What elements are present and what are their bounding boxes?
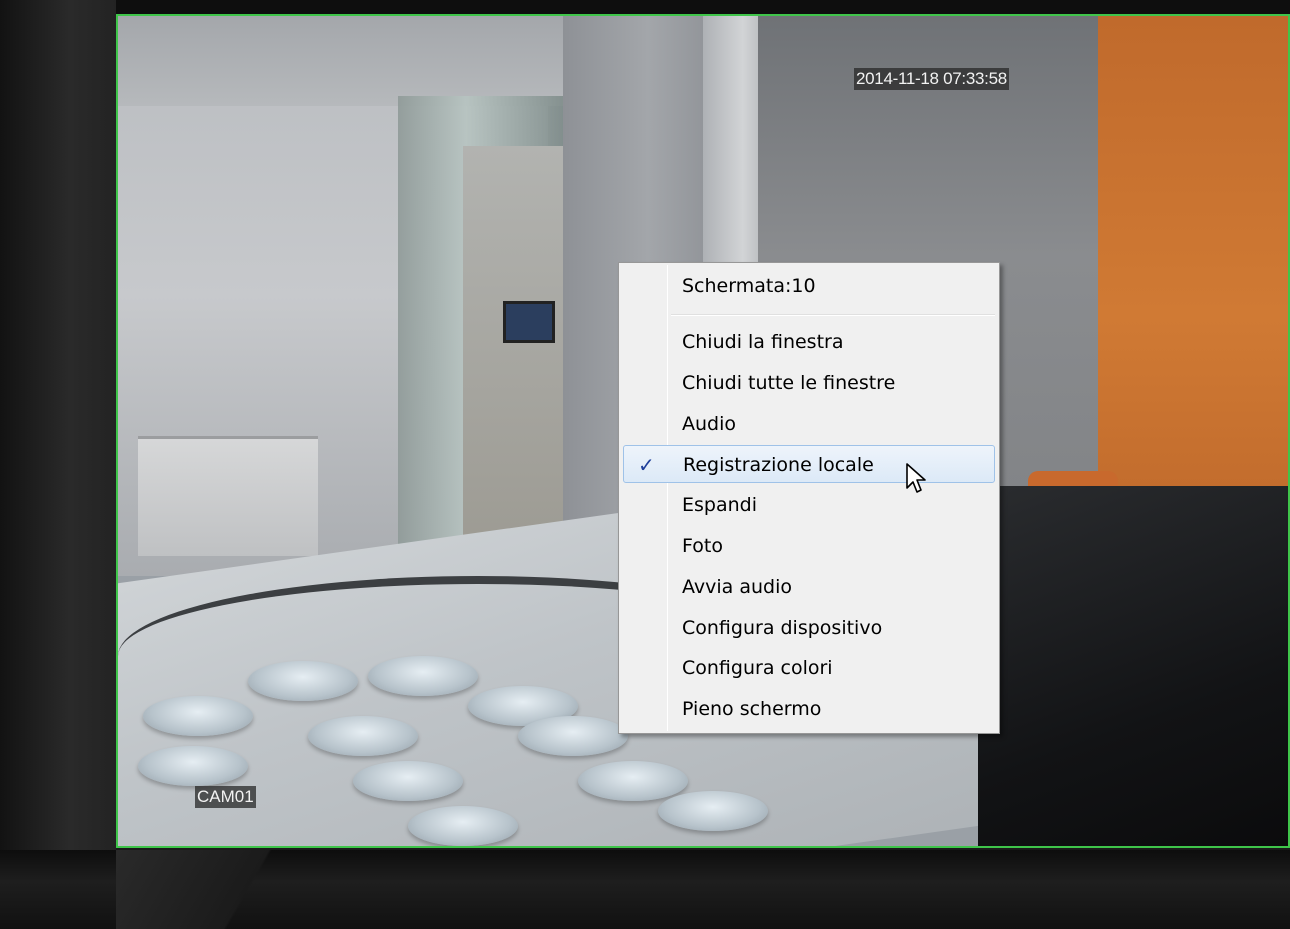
- top-strip: [116, 0, 1290, 14]
- bottom-panel: [0, 850, 1290, 929]
- menu-item-avvia-audio[interactable]: Avvia audio: [623, 568, 995, 606]
- scene-shelves: [138, 436, 318, 556]
- scene-phone-key: [408, 806, 518, 846]
- menu-item-chiudi-finestra[interactable]: Chiudi la finestra: [623, 323, 995, 361]
- menu-item-label: Audio: [682, 413, 737, 435]
- menu-item-label: Registrazione locale: [683, 454, 874, 476]
- camera-label: CAM01: [195, 786, 256, 808]
- menu-item-foto[interactable]: Foto: [623, 527, 995, 565]
- menu-item-label: Foto: [682, 535, 723, 557]
- menu-item-label: Chiudi tutte le finestre: [682, 372, 896, 394]
- menu-item-espandi[interactable]: Espandi: [623, 486, 995, 524]
- bottom-panel-shade: [116, 850, 376, 929]
- scene-phone-key: [353, 761, 463, 801]
- menu-separator: [671, 314, 995, 316]
- scene-phone-key: [658, 791, 768, 831]
- menu-item-label: Avvia audio: [682, 576, 792, 598]
- scene-phone-key: [578, 761, 688, 801]
- menu-item-registrazione-locale[interactable]: ✓ Registrazione locale: [623, 445, 995, 483]
- menu-item-label: Chiudi la finestra: [682, 331, 844, 353]
- scene-phone-key: [368, 656, 478, 696]
- context-menu: Schermata:10 Chiudi la finestra Chiudi t…: [618, 262, 1000, 734]
- menu-item-label: Pieno schermo: [682, 698, 822, 720]
- menu-item-label: Espandi: [682, 494, 757, 516]
- scene-phone-key: [143, 696, 253, 736]
- left-side-panel: [0, 0, 116, 929]
- scene-phone-key: [138, 746, 248, 786]
- scene-phone-key: [518, 716, 628, 756]
- timestamp-overlay: 2014-11-18 07:33:58: [854, 68, 1009, 90]
- menu-item-audio[interactable]: Audio: [623, 405, 995, 443]
- scene-phone-key: [248, 661, 358, 701]
- scene-monitor: [503, 301, 555, 343]
- scene-phone-key: [308, 716, 418, 756]
- menu-item-label: Schermata:10: [682, 275, 816, 297]
- menu-item-pieno-schermo[interactable]: Pieno schermo: [623, 690, 995, 728]
- scene-dark-object: [978, 486, 1288, 846]
- menu-item-schermata[interactable]: Schermata:10: [623, 267, 995, 305]
- checkmark-icon: ✓: [638, 453, 655, 477]
- menu-item-configura-dispositivo[interactable]: Configura dispositivo: [623, 609, 995, 647]
- menu-item-configura-colori[interactable]: Configura colori: [623, 649, 995, 687]
- menu-item-label: Configura dispositivo: [682, 617, 883, 639]
- menu-item-label: Configura colori: [682, 657, 833, 679]
- arrow-cursor-icon: [906, 463, 926, 493]
- menu-item-chiudi-tutte[interactable]: Chiudi tutte le finestre: [623, 364, 995, 402]
